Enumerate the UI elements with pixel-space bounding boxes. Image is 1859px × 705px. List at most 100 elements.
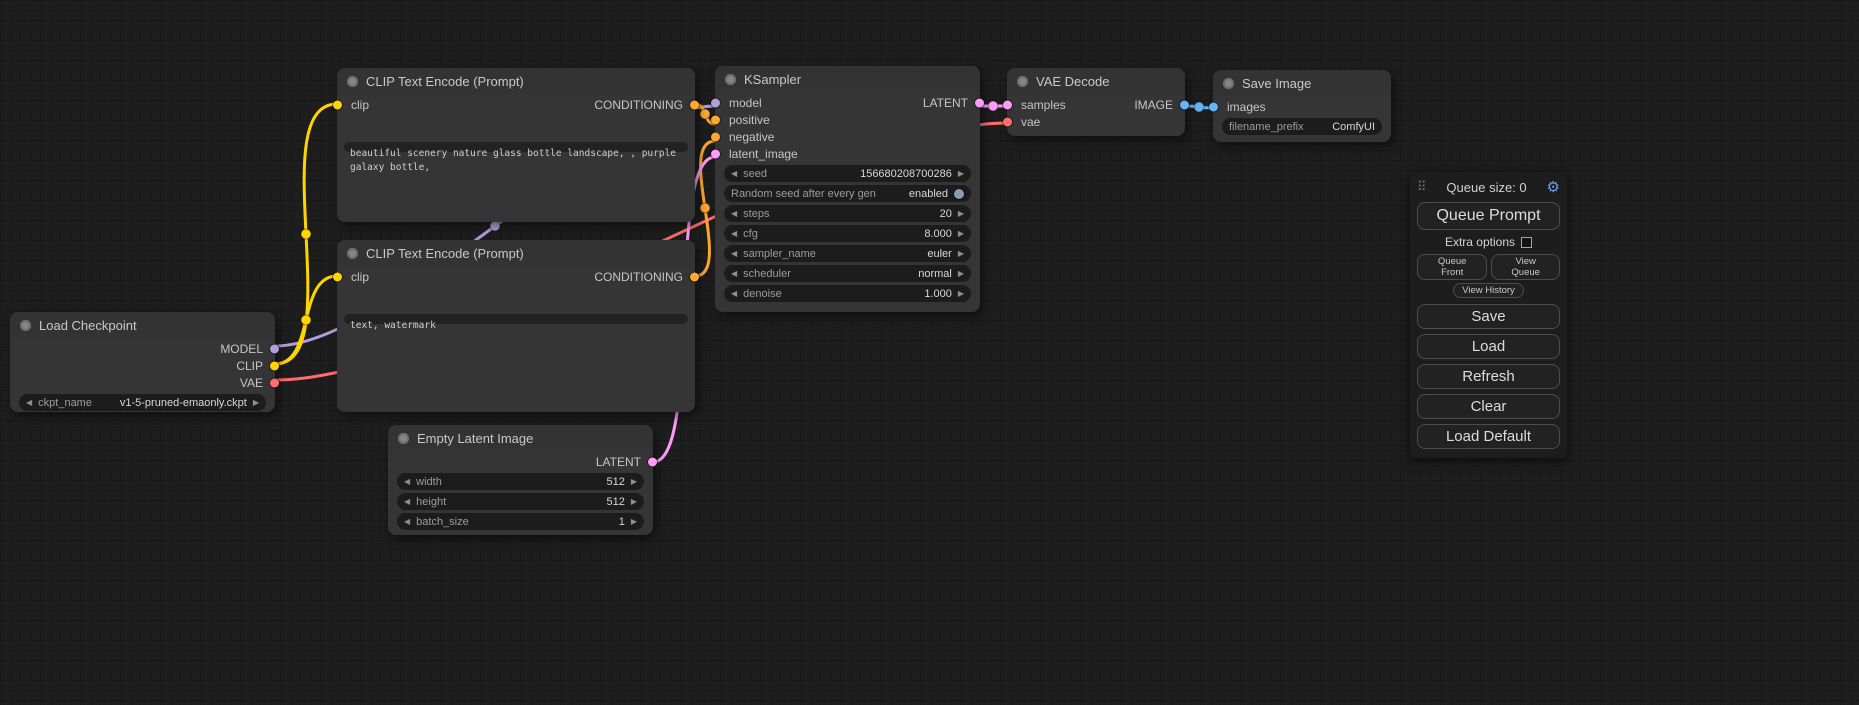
arrow-right-icon[interactable]: ▶: [631, 518, 637, 526]
input-port-clip[interactable]: [333, 272, 342, 281]
widget-label: seed: [743, 168, 767, 180]
collapse-dot-icon[interactable]: [347, 76, 358, 87]
widget-label: ckpt_name: [38, 397, 92, 409]
arrow-right-icon[interactable]: ▶: [253, 399, 259, 407]
node-titlebar[interactable]: KSampler: [715, 66, 980, 92]
height-widget[interactable]: ◀ height 512 ▶: [397, 493, 644, 510]
scheduler-widget[interactable]: ◀ scheduler normal ▶: [724, 265, 971, 282]
node-titlebar[interactable]: CLIP Text Encode (Prompt): [337, 68, 695, 94]
slot-row: negative: [715, 128, 980, 145]
collapse-dot-icon[interactable]: [1223, 78, 1234, 89]
drag-handle-icon[interactable]: ⠿: [1417, 179, 1427, 195]
widget-label: height: [416, 496, 446, 508]
arrow-left-icon[interactable]: ◀: [731, 170, 737, 178]
input-port-positive[interactable]: [711, 115, 720, 124]
wire-clip-negative: [275, 276, 337, 364]
widget-value: 8.000: [924, 228, 952, 240]
load-default-button[interactable]: Load Default: [1417, 424, 1560, 449]
node-clip-text-encode-negative[interactable]: CLIP Text Encode (Prompt) clip CONDITION…: [337, 240, 695, 412]
arrow-right-icon[interactable]: ▶: [958, 210, 964, 218]
main-menu-panel: ⠿ Queue size: 0 ⚙ Queue Prompt Extra opt…: [1410, 172, 1567, 458]
graph-canvas[interactable]: { "colors": { "MODEL": "#b39ddb", "CLIP"…: [0, 0, 1859, 705]
steps-widget[interactable]: ◀ steps 20 ▶: [724, 205, 971, 222]
node-titlebar[interactable]: Load Checkpoint: [10, 312, 275, 338]
node-empty-latent-image[interactable]: Empty Latent Image LATENT ◀ width 512 ▶ …: [388, 425, 653, 535]
queue-size-label: Queue size: 0: [1427, 180, 1547, 195]
slot-label: clip: [351, 270, 369, 284]
arrow-left-icon[interactable]: ◀: [731, 250, 737, 258]
arrow-right-icon[interactable]: ▶: [958, 250, 964, 258]
arrow-left-icon[interactable]: ◀: [731, 230, 737, 238]
ckpt-name-widget[interactable]: ◀ ckpt_name v1-5-pruned-emaonly.ckpt ▶: [19, 394, 266, 411]
node-save-image[interactable]: Save Image images filename_prefix ComfyU…: [1213, 70, 1391, 142]
arrow-right-icon[interactable]: ▶: [958, 270, 964, 278]
input-port-samples[interactable]: [1003, 100, 1012, 109]
input-port-model[interactable]: [711, 98, 720, 107]
prompt-textarea[interactable]: text, watermark: [344, 314, 688, 324]
arrow-left-icon[interactable]: ◀: [404, 498, 410, 506]
input-port-latent-image[interactable]: [711, 149, 720, 158]
node-vae-decode[interactable]: VAE Decode samples IMAGE vae: [1007, 68, 1185, 136]
seed-widget[interactable]: ◀ seed 156680208700286 ▶: [724, 165, 971, 182]
input-port-images[interactable]: [1209, 102, 1218, 111]
view-queue-button[interactable]: View Queue: [1491, 254, 1560, 280]
input-port-negative[interactable]: [711, 132, 720, 141]
output-port-latent[interactable]: [975, 98, 984, 107]
collapse-dot-icon[interactable]: [20, 320, 31, 331]
menu-header: ⠿ Queue size: 0 ⚙: [1417, 176, 1560, 198]
clear-button[interactable]: Clear: [1417, 394, 1560, 419]
output-port-clip[interactable]: [270, 361, 279, 370]
queue-prompt-button[interactable]: Queue Prompt: [1417, 202, 1560, 230]
refresh-button[interactable]: Refresh: [1417, 364, 1560, 389]
arrow-left-icon[interactable]: ◀: [731, 210, 737, 218]
node-clip-text-encode-positive[interactable]: CLIP Text Encode (Prompt) clip CONDITION…: [337, 68, 695, 222]
sampler-name-widget[interactable]: ◀ sampler_name euler ▶: [724, 245, 971, 262]
slot-label: vae: [1021, 115, 1040, 129]
output-port-conditioning[interactable]: [690, 100, 699, 109]
arrow-right-icon[interactable]: ▶: [631, 498, 637, 506]
load-button[interactable]: Load: [1417, 334, 1560, 359]
extra-options-label: Extra options: [1445, 235, 1515, 249]
widget-label: sampler_name: [743, 248, 816, 260]
arrow-right-icon[interactable]: ▶: [958, 290, 964, 298]
input-port-vae[interactable]: [1003, 117, 1012, 126]
output-port-image[interactable]: [1180, 100, 1189, 109]
prompt-textarea[interactable]: beautiful scenery nature glass bottle la…: [344, 142, 688, 152]
output-port-vae[interactable]: [270, 378, 279, 387]
collapse-dot-icon[interactable]: [398, 433, 409, 444]
collapse-dot-icon[interactable]: [725, 74, 736, 85]
arrow-right-icon[interactable]: ▶: [958, 230, 964, 238]
filename-prefix-widget[interactable]: filename_prefix ComfyUI: [1222, 118, 1382, 135]
arrow-left-icon[interactable]: ◀: [26, 399, 32, 407]
arrow-right-icon[interactable]: ▶: [958, 170, 964, 178]
extra-options-checkbox[interactable]: [1521, 237, 1532, 248]
arrow-left-icon[interactable]: ◀: [731, 270, 737, 278]
collapse-dot-icon[interactable]: [1017, 76, 1028, 87]
node-titlebar[interactable]: Save Image: [1213, 70, 1391, 96]
node-titlebar[interactable]: VAE Decode: [1007, 68, 1185, 94]
toggle-on-icon[interactable]: [954, 189, 964, 199]
denoise-widget[interactable]: ◀ denoise 1.000 ▶: [724, 285, 971, 302]
cfg-widget[interactable]: ◀ cfg 8.000 ▶: [724, 225, 971, 242]
save-button[interactable]: Save: [1417, 304, 1560, 329]
arrow-left-icon[interactable]: ◀: [731, 290, 737, 298]
link-midpoint-dot: [988, 101, 998, 111]
view-history-button[interactable]: View History: [1453, 283, 1524, 298]
width-widget[interactable]: ◀ width 512 ▶: [397, 473, 644, 490]
output-port-conditioning[interactable]: [690, 272, 699, 281]
batch-size-widget[interactable]: ◀ batch_size 1 ▶: [397, 513, 644, 530]
output-port-model[interactable]: [270, 344, 279, 353]
node-load-checkpoint[interactable]: Load Checkpoint MODEL CLIP VAE ◀ ckpt_na…: [10, 312, 275, 412]
node-titlebar[interactable]: Empty Latent Image: [388, 425, 653, 451]
queue-front-button[interactable]: Queue Front: [1417, 254, 1487, 280]
collapse-dot-icon[interactable]: [347, 248, 358, 259]
output-port-latent[interactable]: [648, 457, 657, 466]
arrow-left-icon[interactable]: ◀: [404, 478, 410, 486]
node-ksampler[interactable]: KSampler model LATENT positive negative …: [715, 66, 980, 312]
arrow-left-icon[interactable]: ◀: [404, 518, 410, 526]
random-seed-toggle-widget[interactable]: Random seed after every gen enabled: [724, 185, 971, 202]
input-port-clip[interactable]: [333, 100, 342, 109]
node-titlebar[interactable]: CLIP Text Encode (Prompt): [337, 240, 695, 266]
arrow-right-icon[interactable]: ▶: [631, 478, 637, 486]
settings-gear-icon[interactable]: ⚙: [1547, 178, 1560, 196]
